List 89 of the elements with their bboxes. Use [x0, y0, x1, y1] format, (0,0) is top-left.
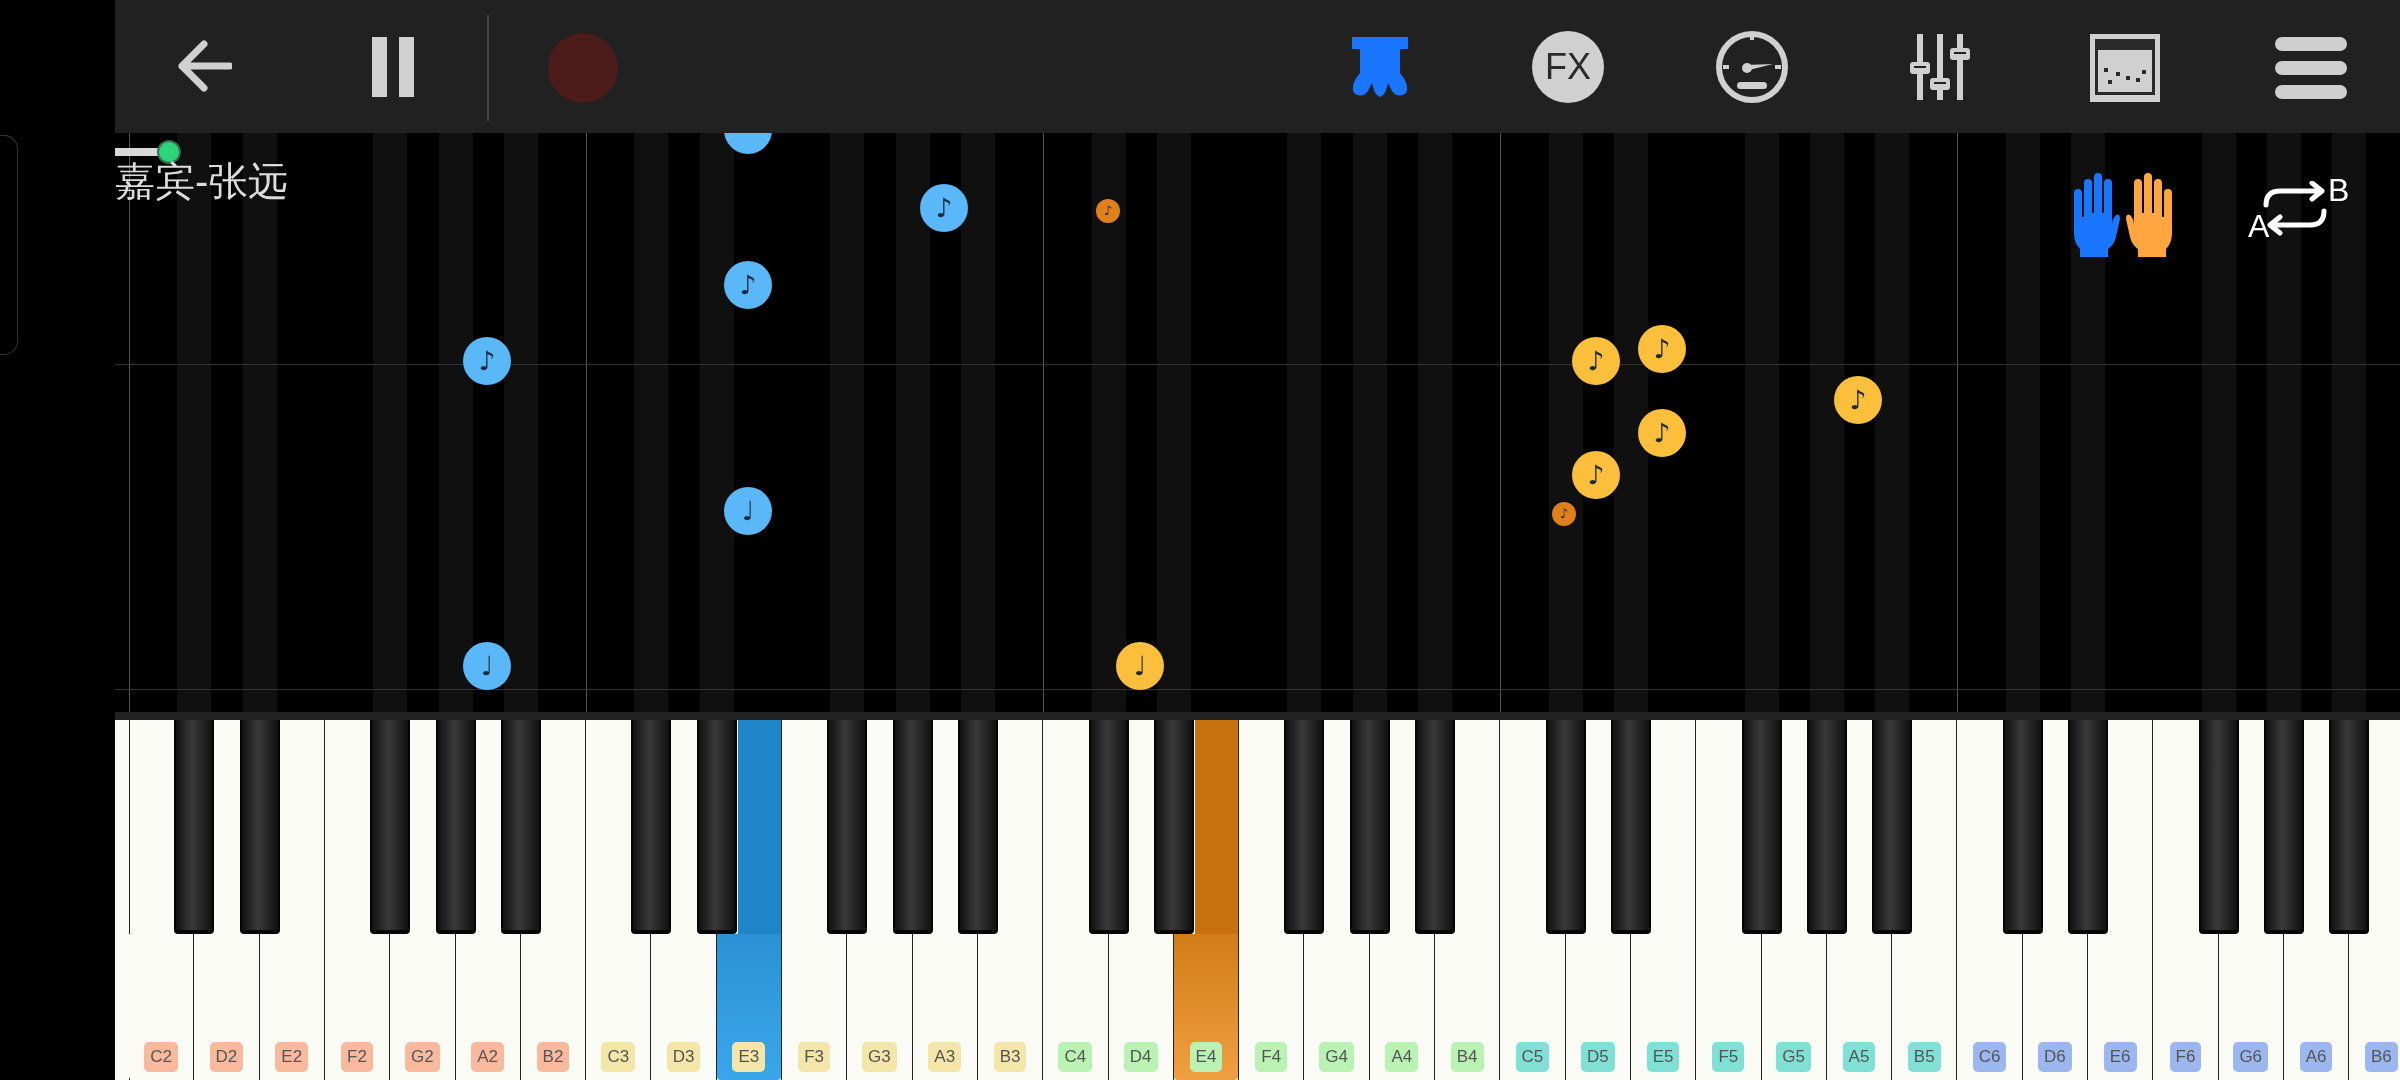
- speed-button[interactable]: [1715, 30, 1789, 104]
- pause-icon: [370, 37, 416, 97]
- gauge-icon: [1715, 30, 1789, 104]
- key-label: F5: [1712, 1042, 1745, 1072]
- key-label: B3: [993, 1042, 1027, 1072]
- key-label: F6: [2169, 1042, 2202, 1072]
- sharp-key[interactable]: [2198, 720, 2239, 934]
- key-label: E5: [1646, 1042, 1680, 1072]
- mixer-button[interactable]: [1909, 32, 1971, 102]
- key-label: E2: [275, 1042, 309, 1072]
- song-title: 嘉宾-张远: [115, 158, 289, 205]
- key-label: A2: [471, 1042, 505, 1072]
- edge-handle[interactable]: [0, 135, 18, 355]
- key-label: C3: [601, 1042, 636, 1072]
- key-label: C6: [1972, 1042, 2007, 1072]
- menu-button[interactable]: [2275, 37, 2347, 99]
- natural-key[interactable]: E3: [716, 934, 781, 1080]
- sharp-key[interactable]: [631, 720, 672, 934]
- note-glyph: ♪: [1102, 203, 1114, 219]
- key-label: B5: [1907, 1042, 1941, 1072]
- note-glyph: ♩: [740, 495, 756, 527]
- key-label: B2: [536, 1042, 570, 1072]
- note-glyph: ♪: [934, 192, 954, 224]
- key-label: G2: [405, 1042, 440, 1072]
- note-glyph: ♩: [1132, 650, 1148, 682]
- key-label: G5: [1776, 1042, 1811, 1072]
- sharp-key[interactable]: [1153, 720, 1194, 934]
- sharp-key[interactable]: [500, 720, 541, 934]
- key-label: B6: [2364, 1042, 2398, 1072]
- sharp-key[interactable]: [2329, 720, 2370, 934]
- sharp-key[interactable]: [1088, 720, 1129, 934]
- key-label: G4: [1319, 1042, 1354, 1072]
- loop-start-label: A: [2248, 209, 2270, 243]
- note-glyph: ♪: [477, 345, 497, 377]
- key-label: E6: [2103, 1042, 2137, 1072]
- key-label: A3: [928, 1042, 962, 1072]
- sharp-key[interactable]: [1741, 720, 1782, 934]
- key-label: A6: [2299, 1042, 2333, 1072]
- sharp-key[interactable]: [174, 720, 215, 934]
- note-glyph: ♩: [479, 650, 495, 682]
- key-label: D3: [666, 1042, 701, 1072]
- sharp-key[interactable]: [1610, 720, 1651, 934]
- key-label: E3: [732, 1042, 766, 1072]
- key-label: D5: [1580, 1042, 1615, 1072]
- sharp-key[interactable]: [1806, 720, 1847, 934]
- sharp-key[interactable]: [2002, 720, 2043, 934]
- key-label: F2: [341, 1042, 373, 1072]
- note-glyph: ♪: [1848, 384, 1868, 416]
- sharp-key[interactable]: [827, 720, 868, 934]
- ab-loop-button[interactable]: A B: [2248, 173, 2352, 245]
- sharp-key[interactable]: [892, 720, 933, 934]
- fx-button[interactable]: FX: [1532, 31, 1604, 103]
- sharp-key[interactable]: [696, 720, 737, 934]
- loop-end-label: B: [2328, 173, 2350, 207]
- note-glyph: ♪: [1652, 333, 1672, 365]
- note-glyph: ♪: [1652, 417, 1672, 449]
- key-label: F4: [1255, 1042, 1288, 1072]
- key-label: C5: [1515, 1042, 1550, 1072]
- sharp-key[interactable]: [1545, 720, 1586, 934]
- sharp-key[interactable]: [1349, 720, 1390, 934]
- natural-key[interactable]: E4: [1173, 934, 1239, 1080]
- menu-icon: [2275, 37, 2347, 99]
- back-icon: [176, 40, 232, 92]
- mixer-icon: [1909, 32, 1971, 102]
- key-label: C4: [1058, 1042, 1093, 1072]
- key-label: A4: [1385, 1042, 1419, 1072]
- key-label: F3: [798, 1042, 831, 1072]
- sharp-key[interactable]: [957, 720, 998, 934]
- key-label: D4: [1123, 1042, 1158, 1072]
- key-label: A5: [1842, 1042, 1876, 1072]
- sharp-key[interactable]: [239, 720, 280, 934]
- key-label: C2: [144, 1042, 178, 1072]
- key-label: E4: [1189, 1042, 1223, 1072]
- display-button[interactable]: [2088, 32, 2162, 104]
- sharp-key[interactable]: [1284, 720, 1325, 934]
- key-label: G6: [2233, 1042, 2269, 1072]
- note-glyph: ♪: [738, 269, 758, 301]
- sharp-key[interactable]: [435, 720, 476, 934]
- key-label: D6: [2037, 1042, 2072, 1072]
- sharp-key[interactable]: [1872, 720, 1913, 934]
- key-label: D2: [209, 1042, 244, 1072]
- sharp-key[interactable]: [370, 720, 411, 934]
- note-glyph: ♪: [1558, 506, 1570, 522]
- key-label: G3: [862, 1042, 897, 1072]
- key-label: B4: [1450, 1042, 1484, 1072]
- keyboard-screen-icon: [2088, 32, 2162, 104]
- sharp-key[interactable]: [2263, 720, 2304, 934]
- note-glyph: ♪: [1586, 345, 1606, 377]
- note-glyph: ♪: [1586, 459, 1606, 491]
